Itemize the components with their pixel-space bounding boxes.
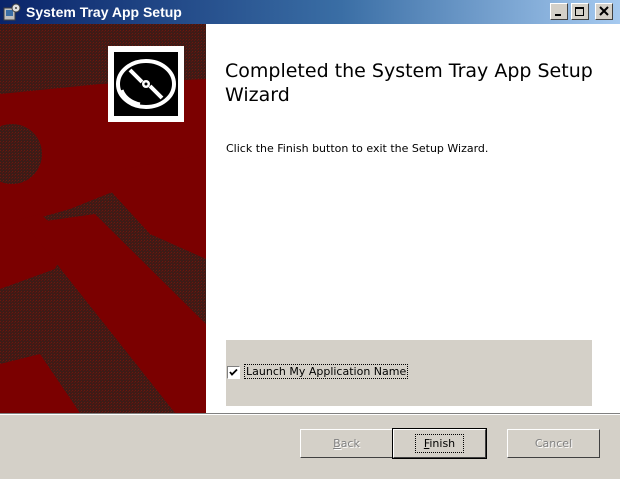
launch-checkbox[interactable]	[227, 366, 240, 379]
window-title: System Tray App Setup	[26, 4, 182, 20]
launch-checkbox-label[interactable]: Launch My Application Name	[243, 364, 409, 379]
title-bar[interactable]: System Tray App Setup	[0, 0, 620, 24]
close-button[interactable]	[595, 3, 613, 20]
finish-button-label: Finish	[414, 434, 465, 453]
setup-installer-icon	[3, 3, 21, 21]
page-title: Completed the System Tray App Setup Wiza…	[225, 60, 593, 106]
launch-option-panel: Launch My Application Name	[226, 340, 592, 406]
close-icon	[599, 6, 609, 16]
footer-separator	[0, 413, 620, 415]
minimize-icon	[555, 14, 561, 16]
wizard-content: Completed the System Tray App Setup Wiza…	[0, 24, 620, 413]
back-button-label: Back	[333, 437, 360, 450]
back-button[interactable]: Back	[300, 429, 393, 458]
cancel-button-label: Cancel	[534, 437, 573, 450]
banner-graphic	[0, 24, 206, 413]
finish-instructions: Click the Finish button to exit the Setu…	[226, 142, 489, 155]
wizard-banner	[0, 24, 206, 413]
maximize-button[interactable]	[571, 3, 589, 20]
setup-wizard-window: System Tray App Setup Completed the Syst…	[0, 0, 620, 479]
checkmark-icon	[229, 368, 238, 376]
minimize-button[interactable]	[550, 3, 568, 20]
maximize-icon	[575, 7, 584, 16]
finish-button[interactable]: Finish	[392, 428, 487, 459]
cancel-button[interactable]: Cancel	[507, 429, 600, 458]
